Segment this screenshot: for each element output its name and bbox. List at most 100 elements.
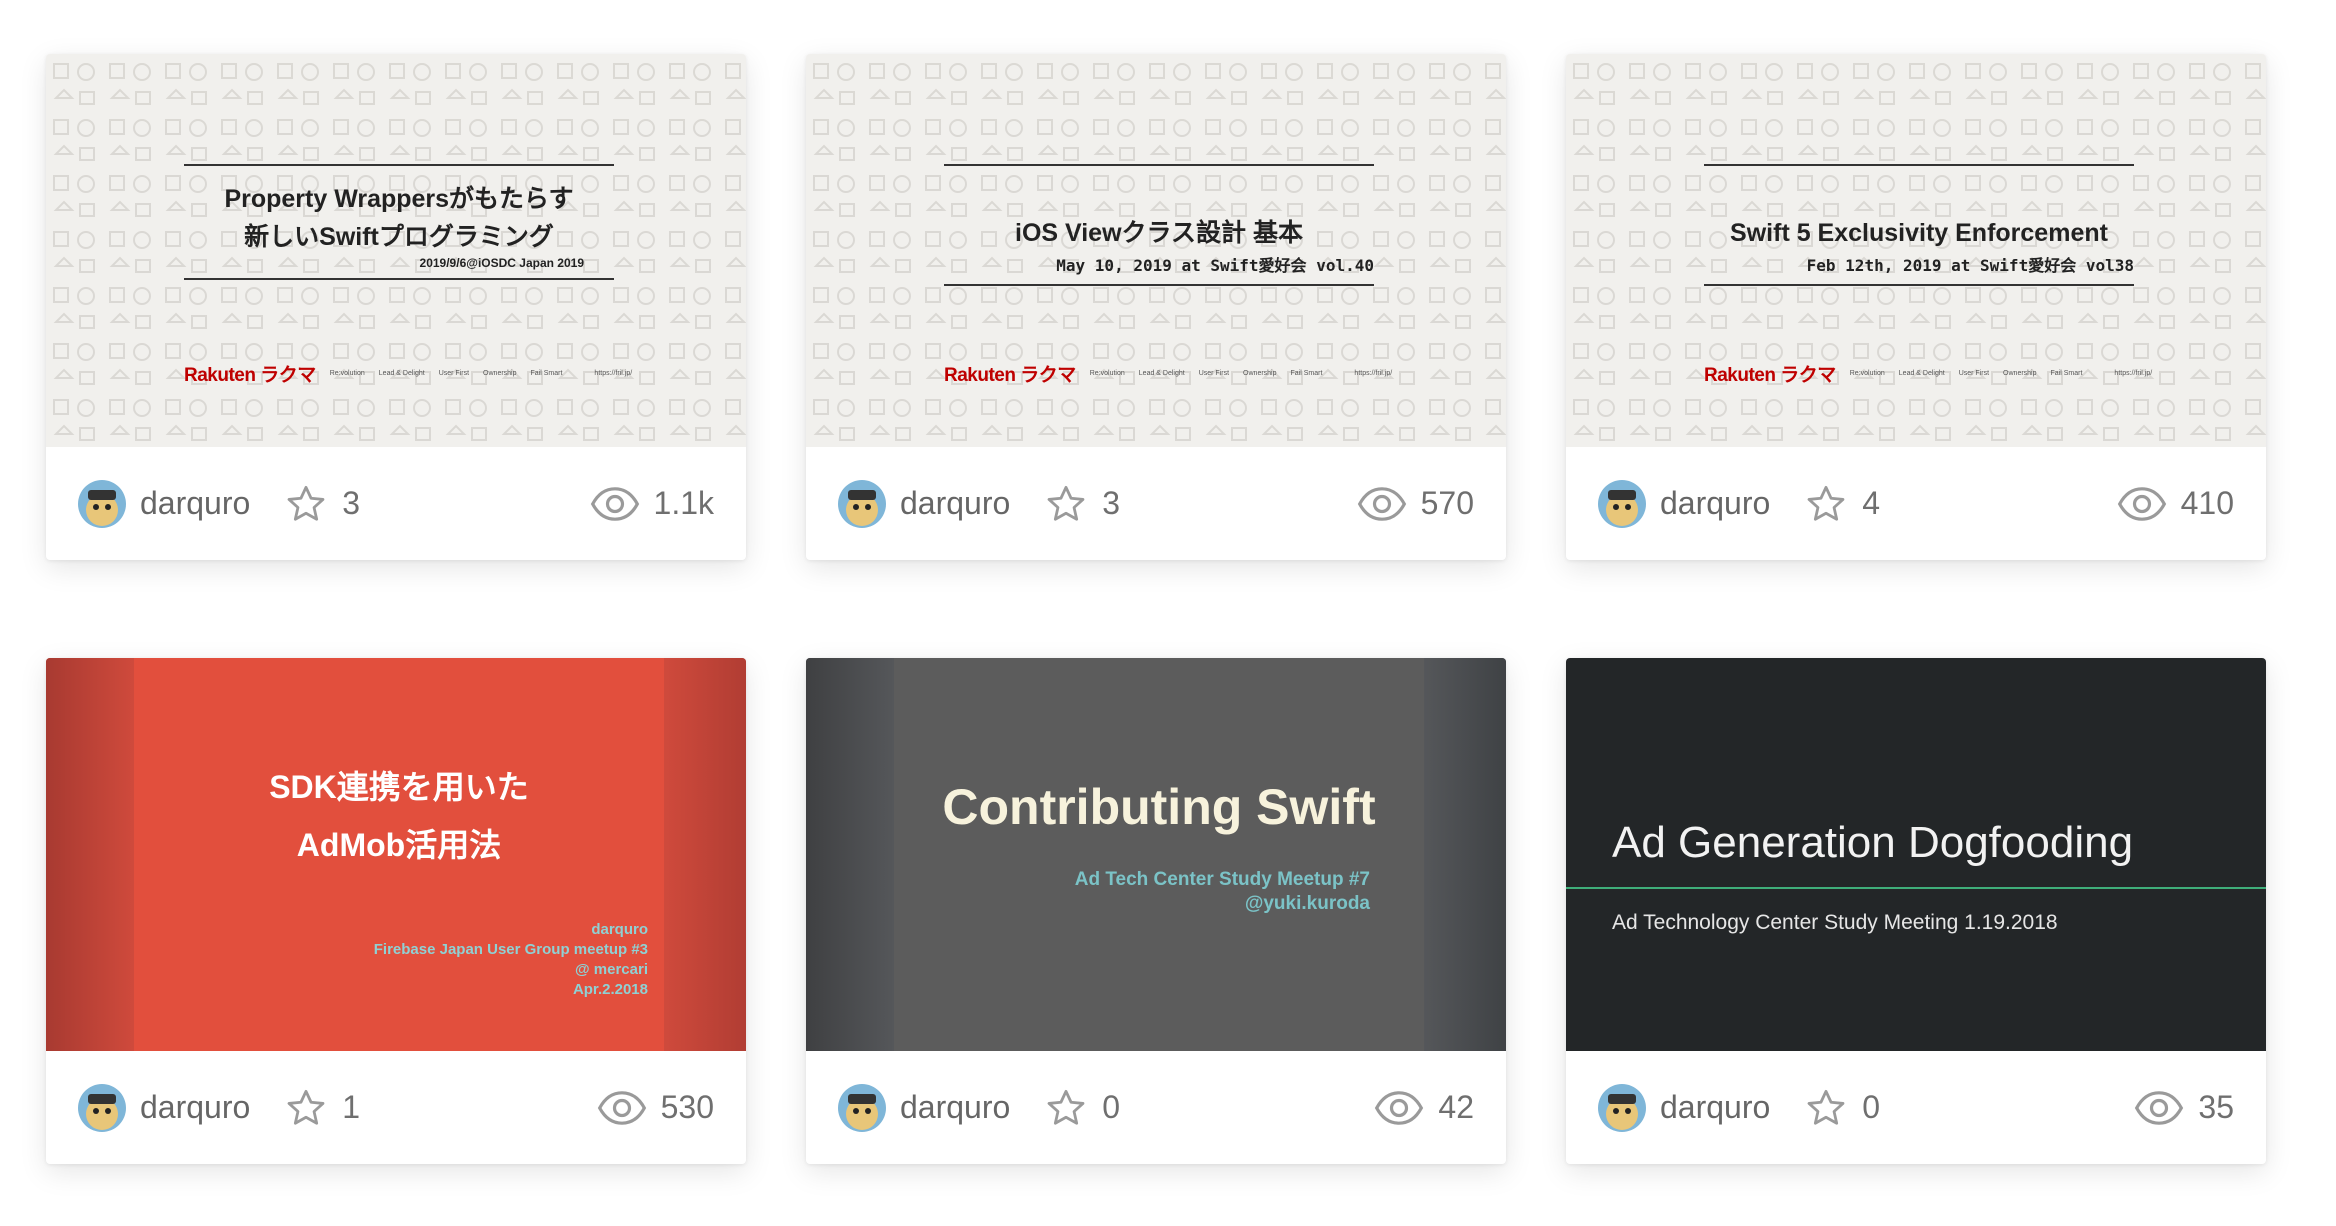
deck-thumbnail[interactable]: Swift 5 Exclusivity Enforcement Feb 12th…: [1566, 54, 2266, 447]
eye-icon: [597, 1090, 646, 1125]
divider: [1704, 284, 2134, 286]
star-icon[interactable]: [1804, 1087, 1848, 1129]
avatar-icon[interactable]: [838, 479, 886, 528]
deck-thumbnail[interactable]: Ad Generation Dogfooding Ad Technology C…: [1566, 658, 2266, 1051]
brand-url: https://fril.jp/: [2114, 370, 2153, 377]
deck-footer: darquro 4 410: [1566, 447, 2266, 560]
eye-icon: [590, 486, 639, 521]
slide-title-line1: Contributing Swift: [942, 779, 1376, 835]
deck-card[interactable]: Property Wrappersがもたらす 新しいSwiftプログラミング 2…: [46, 54, 746, 560]
deck-card[interactable]: Swift 5 Exclusivity Enforcement Feb 12th…: [1566, 54, 2266, 560]
slide-title-line1: Property Wrappersがもたらす: [224, 185, 574, 213]
brand-tag: Re:volution: [1089, 370, 1125, 377]
slide-subtitle: May 10, 2019 at Swift愛好会 vol.40: [1056, 256, 1374, 275]
slide-detail: darquro: [591, 921, 648, 938]
brand-url: https://fril.jp/: [594, 370, 633, 377]
slide-subtitle: Feb 12th, 2019 at Swift愛好会 vol38: [1806, 256, 2134, 275]
deck-thumbnail[interactable]: SDK連携を用いた AdMob活用法 darquro Firebase Japa…: [46, 658, 746, 1051]
star-icon[interactable]: [284, 1087, 328, 1129]
view-count: 410: [2117, 485, 2234, 522]
view-count-value: 42: [1438, 1089, 1474, 1125]
deck-card[interactable]: Contributing Swift Ad Tech Center Study …: [806, 658, 1506, 1164]
star-count[interactable]: 4: [1804, 483, 1880, 525]
view-count-value: 530: [660, 1089, 714, 1125]
blur-edge: [806, 658, 894, 1051]
brand-logo: Rakuten ラクマ: [944, 365, 1076, 386]
slide-details: Ad Tech Center Study Meetup #7 @yuki.kur…: [1075, 868, 1370, 916]
star-count[interactable]: 3: [1044, 483, 1120, 525]
view-count: 570: [1357, 485, 1474, 522]
star-count[interactable]: 3: [284, 483, 360, 525]
slide-title-block: Swift 5 Exclusivity Enforcement Feb 12th…: [1704, 164, 2134, 286]
star-icon[interactable]: [1804, 483, 1848, 525]
brand-tag: Ownership: [1243, 370, 1277, 377]
avatar-icon[interactable]: [78, 1083, 126, 1132]
deck-card[interactable]: iOS Viewクラス設計 基本 May 10, 2019 at Swift愛好…: [806, 54, 1506, 560]
avatar-icon[interactable]: [1598, 479, 1646, 528]
brand-tag: Ownership: [2003, 370, 2037, 377]
view-count: 1.1k: [590, 485, 714, 522]
slide-title-block: Property Wrappersがもたらす 新しいSwiftプログラミング 2…: [184, 164, 614, 280]
slide-title-line1: SDK連携を用いた: [269, 769, 529, 805]
star-count-value: 0: [1102, 1089, 1121, 1125]
author-name[interactable]: darquro: [140, 485, 250, 522]
divider: [1566, 887, 2266, 889]
deck-thumbnail[interactable]: Property Wrappersがもたらす 新しいSwiftプログラミング 2…: [46, 54, 746, 447]
deck-card[interactable]: SDK連携を用いた AdMob活用法 darquro Firebase Japa…: [46, 658, 746, 1164]
author-name[interactable]: darquro: [900, 485, 1010, 522]
avatar-icon[interactable]: [78, 479, 126, 528]
author-name[interactable]: darquro: [140, 1089, 250, 1126]
divider: [944, 164, 1374, 166]
brand-row: Rakuten ラクマ Re:volution Lead & Delight U…: [1704, 360, 2152, 387]
blur-edge: [1424, 658, 1506, 1051]
brand-tag: User First: [438, 370, 470, 377]
star-count-value: 4: [1862, 485, 1881, 521]
brand-logo: Rakuten ラクマ: [184, 365, 316, 386]
deck-footer: darquro 3 1.1k: [46, 447, 746, 560]
slide-title-line1: iOS Viewクラス設計 基本: [1015, 219, 1303, 247]
deck-thumbnail[interactable]: Contributing Swift Ad Tech Center Study …: [806, 658, 1506, 1051]
brand-tag: Lead & Delight: [1138, 370, 1185, 377]
brand-tag: Fail Smart: [530, 370, 563, 377]
star-icon[interactable]: [1044, 1087, 1088, 1129]
star-count[interactable]: 1: [284, 1087, 360, 1129]
star-icon[interactable]: [284, 483, 328, 525]
divider: [184, 164, 614, 166]
view-count-value: 410: [2180, 485, 2234, 521]
slide-detail: Apr.2.2018: [572, 981, 648, 998]
slide-detail: @yuki.kuroda: [1244, 893, 1370, 914]
star-count-value: 0: [1862, 1089, 1881, 1125]
brand-tag: Re:volution: [1849, 370, 1885, 377]
slide-panel: SDK連携を用いた AdMob活用法 darquro Firebase Japa…: [134, 658, 664, 1051]
slide-title-block: iOS Viewクラス設計 基本 May 10, 2019 at Swift愛好…: [944, 164, 1374, 286]
deck-footer: darquro 1 530: [46, 1051, 746, 1164]
deck-card[interactable]: Ad Generation Dogfooding Ad Technology C…: [1566, 658, 2266, 1164]
author-name[interactable]: darquro: [1660, 1089, 1770, 1126]
deck-footer: darquro 0 35: [1566, 1051, 2266, 1164]
eye-icon: [1375, 1090, 1424, 1125]
star-count[interactable]: 0: [1804, 1087, 1880, 1129]
divider: [944, 284, 1374, 286]
blur-edge: [664, 658, 746, 1051]
star-icon[interactable]: [1044, 483, 1088, 525]
avatar-icon[interactable]: [1598, 1083, 1646, 1132]
brand-url: https://fril.jp/: [1354, 370, 1393, 377]
brand-tag: Fail Smart: [1290, 370, 1323, 377]
eye-icon: [2117, 486, 2166, 521]
brand-tag: User First: [1958, 370, 1990, 377]
avatar-icon[interactable]: [838, 1083, 886, 1132]
slide-detail: Ad Tech Center Study Meetup #7: [1074, 869, 1370, 890]
slide-panel: Contributing Swift Ad Tech Center Study …: [894, 658, 1424, 1051]
author-name[interactable]: darquro: [900, 1089, 1010, 1126]
eye-icon: [2135, 1090, 2184, 1125]
deck-footer: darquro 0 42: [806, 1051, 1506, 1164]
slide-title-line2: 新しいSwiftプログラミング: [244, 223, 554, 251]
view-count: 35: [2134, 1089, 2234, 1126]
brand-tag: Fail Smart: [2050, 370, 2083, 377]
author-name[interactable]: darquro: [1660, 485, 1770, 522]
star-count[interactable]: 0: [1044, 1087, 1120, 1129]
deck-thumbnail[interactable]: iOS Viewクラス設計 基本 May 10, 2019 at Swift愛好…: [806, 54, 1506, 447]
view-count-value: 570: [1420, 485, 1474, 521]
brand-tag: Ownership: [483, 370, 517, 377]
deck-grid: Property Wrappersがもたらす 新しいSwiftプログラミング 2…: [46, 54, 2266, 1164]
